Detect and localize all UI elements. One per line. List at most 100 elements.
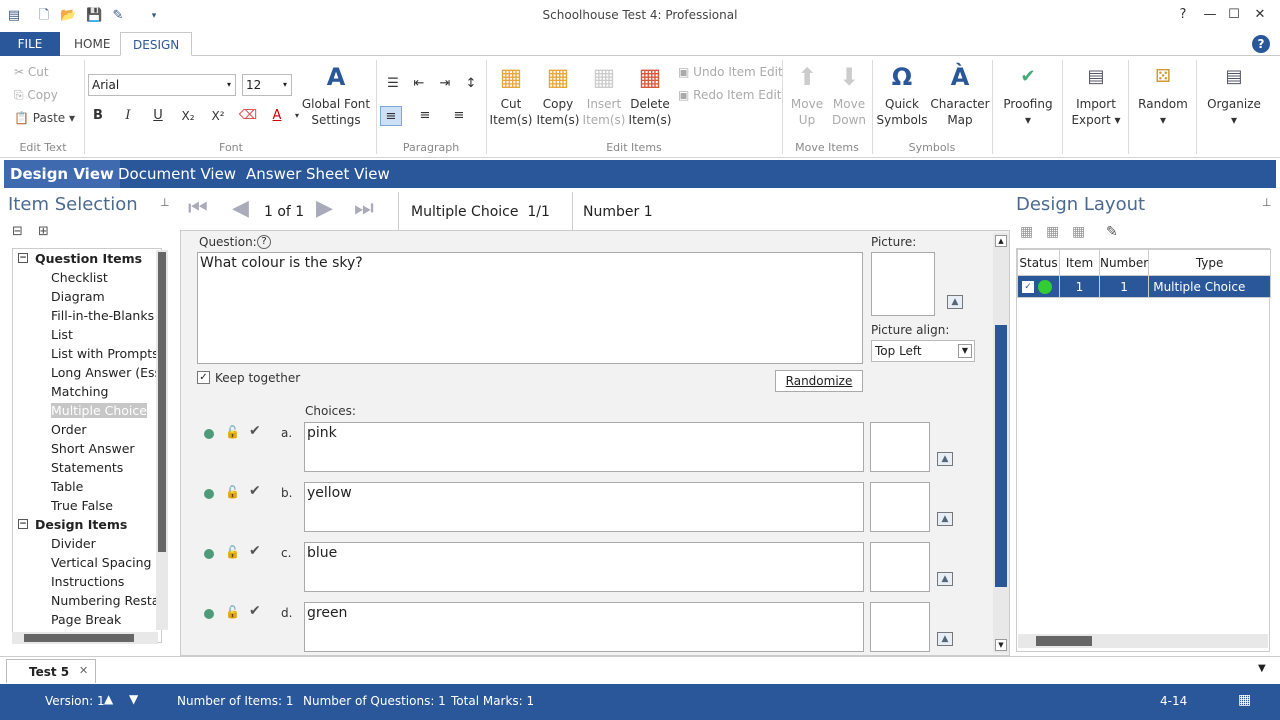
tree-item[interactable]: Checklist (13, 268, 161, 287)
checkmark-icon[interactable]: ✔ (249, 483, 261, 499)
tree-item[interactable]: Page Break (13, 610, 161, 629)
expand-all-icon[interactable]: ⊞ (38, 224, 49, 239)
choice-text-field[interactable]: pink (304, 422, 864, 472)
checkmark-icon[interactable]: ✔ (249, 423, 261, 439)
grid-view-icon[interactable]: ▦ (1046, 224, 1059, 240)
tree-item[interactable]: Divider (13, 534, 161, 553)
tree-item[interactable]: True False (13, 496, 161, 515)
superscript-button[interactable]: X² (207, 106, 229, 126)
calendar-icon[interactable]: ▦ (1238, 692, 1251, 708)
tree-item[interactable]: Order (13, 420, 161, 439)
align-left-icon[interactable]: ≡ (380, 106, 402, 126)
column-type[interactable]: Type (1148, 249, 1271, 276)
choice-text-field[interactable]: blue (304, 542, 864, 592)
copy-button[interactable]: ⎘ Copy (14, 85, 58, 105)
version-down-icon[interactable]: ▼ (129, 692, 138, 706)
line-spacing-icon[interactable]: ↕ (460, 74, 482, 94)
move-down-button[interactable]: ⬇ Move Down (828, 62, 870, 128)
keep-together-checkbox[interactable]: ✓ (197, 371, 210, 384)
column-item[interactable]: Item (1059, 249, 1100, 276)
tree-category[interactable]: − Question Items (13, 249, 161, 268)
choice-text-field[interactable]: green (304, 602, 864, 652)
help-icon[interactable]: ? (1171, 6, 1195, 24)
randomize-button[interactable]: Randomize (775, 370, 863, 392)
cut-button[interactable]: ✂ Cut (14, 62, 49, 82)
tree-item[interactable]: Matching (13, 382, 161, 401)
scroll-down-icon[interactable]: ▼ (995, 639, 1007, 651)
tree-item[interactable]: Long Answer (Essa (13, 363, 161, 382)
editor-scrollbar[interactable]: ▲ ▼ (993, 233, 1009, 653)
insert-items-button[interactable]: ▦ Insert Item(s) (581, 62, 627, 128)
edit-layout-icon[interactable]: ✎ (1106, 224, 1118, 240)
delete-items-button[interactable]: ▦ Delete Item(s) (627, 62, 673, 128)
tree-scroll-thumb[interactable] (158, 252, 166, 552)
tree-item[interactable]: Vertical Spacing (13, 553, 161, 572)
column-number[interactable]: Number (1098, 249, 1150, 276)
global-font-settings-button[interactable]: A Global Font Settings (300, 62, 372, 128)
cut-items-button[interactable]: ▦ Cut Item(s) (488, 62, 534, 128)
redo-item-edit-button[interactable]: ▣ Redo Item Edit (678, 85, 781, 105)
table-row[interactable]: ✓ 1 1 Multiple Choice (1017, 275, 1271, 298)
grid-view-icon[interactable]: ▦ (1072, 224, 1085, 240)
image-icon[interactable]: ▲ (947, 295, 963, 309)
layout-hscrollbar[interactable] (1018, 634, 1268, 648)
collapse-icon[interactable]: − (18, 253, 28, 263)
question-picture-box[interactable] (871, 252, 935, 316)
collapse-icon[interactable]: − (18, 519, 28, 529)
lock-icon[interactable]: 🔓 (225, 545, 240, 559)
lock-icon[interactable]: 🔓 (225, 605, 240, 619)
close-icon[interactable]: ✕ (1248, 6, 1272, 24)
tree-hscrollbar[interactable] (12, 632, 158, 644)
quick-symbols-button[interactable]: Ω Quick Symbols (874, 62, 930, 128)
next-item-icon[interactable]: ▶ (316, 196, 333, 221)
help-circle-icon[interactable]: ? (1252, 35, 1270, 53)
layout-hscroll-thumb[interactable] (1036, 636, 1092, 646)
question-text-field[interactable]: What colour is the sky? (197, 252, 863, 364)
status-checkbox[interactable]: ✓ (1022, 280, 1034, 293)
tab-document-view[interactable]: Document View (112, 160, 242, 188)
lock-icon[interactable]: 🔓 (225, 485, 240, 499)
tree-item[interactable]: Instructions (13, 572, 161, 591)
close-tab-icon[interactable]: ✕ (79, 664, 88, 677)
pin-icon[interactable]: ⊥ (1262, 196, 1272, 209)
column-status[interactable]: Status (1017, 249, 1060, 276)
move-up-button[interactable]: ⬆ Move Up (786, 62, 828, 128)
tab-home[interactable]: HOME (62, 32, 122, 56)
last-item-icon[interactable]: ⏭ (354, 196, 374, 221)
image-icon[interactable]: ▲ (937, 632, 953, 646)
pin-icon[interactable]: ⊥ (160, 196, 170, 209)
tree-item[interactable]: Numbering Restar (13, 591, 161, 610)
bullets-icon[interactable]: ☰ (382, 74, 404, 94)
bold-button[interactable]: B (87, 106, 109, 126)
tree-item[interactable]: Short Answer (13, 439, 161, 458)
character-map-button[interactable]: À Character Map (930, 62, 990, 128)
organize-button[interactable]: ▤ Organize ▾ (1200, 62, 1268, 128)
choice-text-field[interactable]: yellow (304, 482, 864, 532)
random-button[interactable]: ⚄ Random ▾ (1130, 62, 1196, 128)
image-icon[interactable]: ▲ (937, 572, 953, 586)
scroll-up-icon[interactable]: ▲ (995, 235, 1007, 247)
first-item-icon[interactable]: ⏮ (188, 196, 208, 221)
correct-indicator-icon[interactable] (204, 609, 214, 619)
correct-indicator-icon[interactable] (204, 489, 214, 499)
subscript-button[interactable]: X₂ (177, 106, 199, 126)
checkmark-icon[interactable]: ✔ (249, 543, 261, 559)
import-export-button[interactable]: ▤ Import Export ▾ (1064, 62, 1128, 128)
tab-design[interactable]: DESIGN (120, 32, 193, 56)
tree-hscroll-thumb[interactable] (24, 634, 134, 642)
chevron-down-icon[interactable]: ▼ (1258, 663, 1266, 674)
italic-button[interactable]: I (117, 106, 139, 126)
choice-picture-box[interactable] (870, 542, 930, 592)
tab-answer-sheet-view[interactable]: Answer Sheet View (240, 160, 396, 188)
image-icon[interactable]: ▲ (937, 512, 953, 526)
doc-tab-test-5[interactable]: Test 5 ✕ (6, 659, 96, 683)
picture-align-select[interactable]: Top Left ▼ (871, 340, 975, 362)
font-color-button[interactable]: A (266, 106, 288, 126)
align-right-icon[interactable]: ≡ (448, 106, 470, 126)
help-circle-icon[interactable]: ? (257, 235, 271, 249)
choice-picture-box[interactable] (870, 482, 930, 532)
image-icon[interactable]: ▲ (937, 452, 953, 466)
tree-item[interactable]: Table (13, 477, 161, 496)
editor-scroll-thumb[interactable] (995, 325, 1007, 587)
previous-item-icon[interactable]: ◀ (232, 196, 249, 221)
